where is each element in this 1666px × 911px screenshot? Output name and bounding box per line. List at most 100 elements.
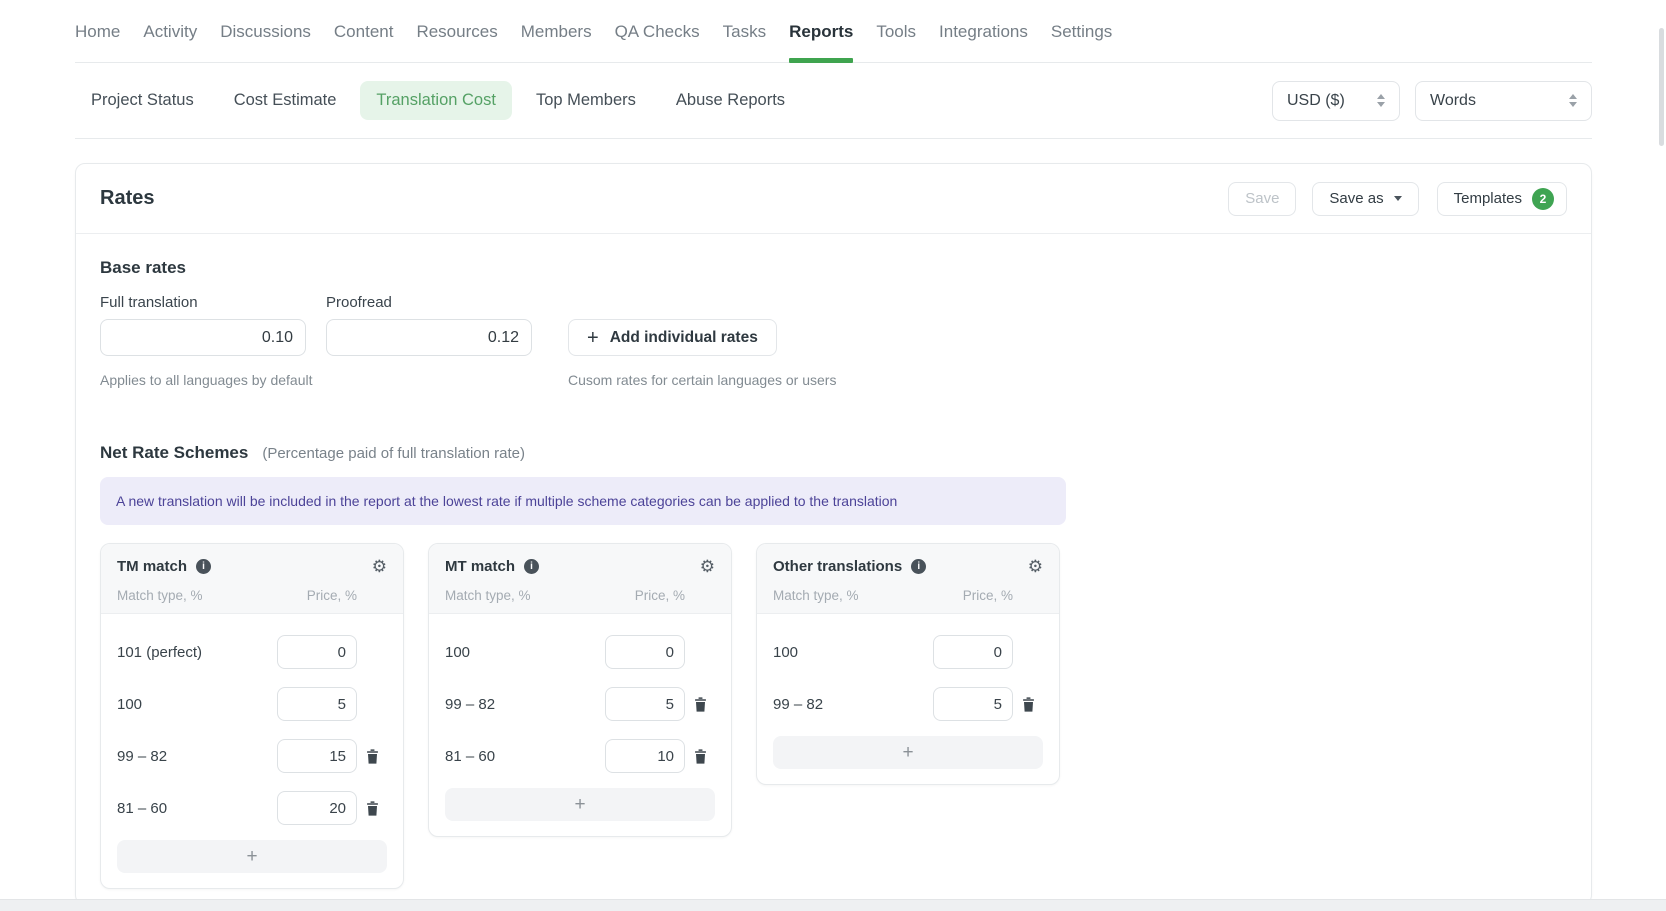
info-icon[interactable] xyxy=(524,559,539,574)
tab-cost-estimate[interactable]: Cost Estimate xyxy=(218,81,353,120)
match-type-label: 100 xyxy=(773,644,933,661)
nav-item-reports[interactable]: Reports xyxy=(789,0,853,62)
nav-item-qa-checks[interactable]: QA Checks xyxy=(615,0,700,62)
gear-icon[interactable] xyxy=(1028,558,1043,575)
add-individual-rates-label: Add individual rates xyxy=(610,329,758,347)
info-icon[interactable] xyxy=(911,559,926,574)
gear-icon[interactable] xyxy=(372,558,387,575)
trash-icon[interactable] xyxy=(1022,697,1035,712)
nav-item-integrations[interactable]: Integrations xyxy=(939,0,1028,62)
save-as-label: Save as xyxy=(1329,190,1383,207)
currency-select[interactable]: USD ($) xyxy=(1272,81,1400,121)
net-rate-schemes-heading: Net Rate Schemes xyxy=(100,443,248,463)
save-button[interactable]: Save xyxy=(1228,182,1296,216)
price-input[interactable] xyxy=(933,687,1013,721)
full-translation-label: Full translation xyxy=(100,294,306,311)
base-rates-row: Full translation Proofread Add individua… xyxy=(100,294,1567,356)
scheme-cards: TM match Match type, % Price, % 101 (pe xyxy=(100,543,1567,889)
gear-icon[interactable] xyxy=(700,558,715,575)
lowest-rate-info-banner: A new translation will be included in th… xyxy=(100,477,1066,525)
price-input[interactable] xyxy=(605,687,685,721)
scheme-card-other-translations: Other translations Match type, % Price, … xyxy=(756,543,1060,785)
tab-project-status[interactable]: Project Status xyxy=(75,81,210,120)
plus-icon xyxy=(574,795,585,814)
price-column-header: Price, % xyxy=(933,588,1013,603)
price-input[interactable] xyxy=(277,739,357,773)
mt-match-rows: 100 99 – 82 81 – 60 xyxy=(429,614,731,836)
table-row: 100 xyxy=(773,626,1043,678)
nav-item-discussions[interactable]: Discussions xyxy=(220,0,311,62)
caret-down-icon xyxy=(1394,196,1402,201)
match-type-label: 101 (perfect) xyxy=(117,644,277,661)
scheme-card-mt-match: MT match Match type, % Price, % 100 xyxy=(428,543,732,837)
nav-item-content[interactable]: Content xyxy=(334,0,394,62)
price-input[interactable] xyxy=(277,791,357,825)
other-translations-title: Other translations xyxy=(773,558,902,575)
rates-actions: Save Save as Templates 2 xyxy=(1228,182,1567,216)
nav-item-tasks[interactable]: Tasks xyxy=(723,0,766,62)
nav-item-members[interactable]: Members xyxy=(521,0,592,62)
unit-select[interactable]: Words xyxy=(1415,81,1592,121)
tab-abuse-reports[interactable]: Abuse Reports xyxy=(660,81,801,120)
price-input[interactable] xyxy=(605,635,685,669)
table-row: 101 (perfect) xyxy=(117,626,387,678)
nav-item-settings[interactable]: Settings xyxy=(1051,0,1112,62)
match-type-label: 100 xyxy=(445,644,605,661)
price-input[interactable] xyxy=(277,635,357,669)
unit-select-value: Words xyxy=(1430,92,1476,110)
nav-item-activity[interactable]: Activity xyxy=(143,0,197,62)
price-input[interactable] xyxy=(605,739,685,773)
trash-icon[interactable] xyxy=(694,749,707,764)
plus-icon xyxy=(902,743,913,762)
info-icon[interactable] xyxy=(196,559,211,574)
mt-match-header: MT match Match type, % Price, % xyxy=(429,544,731,614)
full-translation-field: Full translation xyxy=(100,294,306,356)
save-as-button[interactable]: Save as xyxy=(1312,182,1418,216)
updown-chevron-icon xyxy=(1569,94,1577,107)
trash-icon[interactable] xyxy=(366,749,379,764)
full-translation-input[interactable] xyxy=(100,319,306,356)
scheme-card-tm-match: TM match Match type, % Price, % 101 (pe xyxy=(100,543,404,889)
templates-count-badge: 2 xyxy=(1532,188,1554,210)
nav-item-home[interactable]: Home xyxy=(75,0,120,62)
base-rates-helper-left: Applies to all languages by default xyxy=(100,372,532,388)
report-options: USD ($) Words xyxy=(1272,81,1592,121)
match-type-column-header: Match type, % xyxy=(117,588,277,603)
tab-top-members[interactable]: Top Members xyxy=(520,81,652,120)
rates-panel-header: Rates Save Save as Templates 2 xyxy=(76,164,1591,234)
table-row: 100 xyxy=(445,626,715,678)
plus-icon xyxy=(587,328,599,348)
nav-item-tools[interactable]: Tools xyxy=(876,0,916,62)
net-rate-schemes-heading-row: Net Rate Schemes (Percentage paid of ful… xyxy=(100,443,1567,463)
vertical-scrollbar[interactable] xyxy=(1659,28,1664,146)
horizontal-scrollbar[interactable] xyxy=(0,899,1666,911)
price-column-header: Price, % xyxy=(277,588,357,603)
other-translations-rows: 100 99 – 82 xyxy=(757,614,1059,784)
reports-toolbar: Project Status Cost Estimate Translation… xyxy=(75,63,1592,139)
updown-chevron-icon xyxy=(1377,94,1385,107)
trash-icon[interactable] xyxy=(366,801,379,816)
match-type-column-header: Match type, % xyxy=(445,588,605,603)
price-input[interactable] xyxy=(933,635,1013,669)
base-rates-helper-right: Cusom rates for certain languages or use… xyxy=(568,372,836,388)
tm-match-rows: 101 (perfect) 100 99 – 82 xyxy=(101,614,403,888)
proofread-input[interactable] xyxy=(326,319,532,356)
add-match-range-button[interactable] xyxy=(773,736,1043,769)
nav-item-resources[interactable]: Resources xyxy=(416,0,497,62)
net-rate-schemes-subtitle: (Percentage paid of full translation rat… xyxy=(262,445,525,462)
match-type-label: 100 xyxy=(117,696,277,713)
trash-icon[interactable] xyxy=(694,697,707,712)
add-match-range-button[interactable] xyxy=(445,788,715,821)
table-row: 81 – 60 xyxy=(117,782,387,834)
proofread-field: Proofread xyxy=(326,294,532,356)
templates-button[interactable]: Templates 2 xyxy=(1437,182,1567,216)
top-nav: Home Activity Discussions Content Resour… xyxy=(75,0,1592,63)
tab-translation-cost[interactable]: Translation Cost xyxy=(360,81,512,120)
templates-label: Templates xyxy=(1454,190,1522,207)
mt-match-title: MT match xyxy=(445,558,515,575)
base-rates-helpers: Applies to all languages by default Cuso… xyxy=(100,372,1567,388)
table-row: 81 – 60 xyxy=(445,730,715,782)
add-individual-rates-button[interactable]: Add individual rates xyxy=(568,319,777,356)
add-match-range-button[interactable] xyxy=(117,840,387,873)
price-input[interactable] xyxy=(277,687,357,721)
